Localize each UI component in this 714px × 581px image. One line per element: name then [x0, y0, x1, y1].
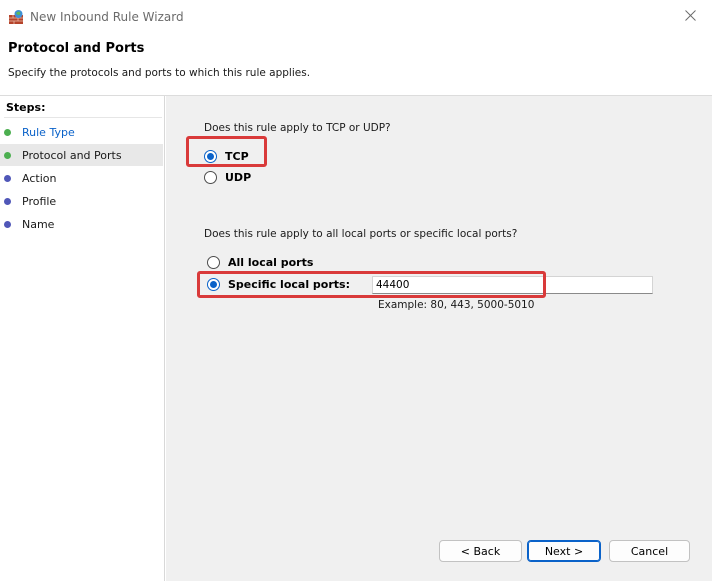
all-ports-option[interactable]: All local ports [207, 256, 313, 269]
step-status-icon [4, 151, 11, 159]
step-rule-type[interactable]: Rule Type [0, 121, 163, 143]
steps-panel: Steps: Rule Type Protocol and Ports Acti… [0, 96, 165, 581]
step-status-icon [4, 220, 11, 228]
steps-heading: Steps: [6, 101, 46, 114]
ports-example-hint: Example: 80, 443, 5000-5010 [378, 299, 535, 311]
step-name[interactable]: Name [0, 213, 163, 235]
step-action[interactable]: Action [0, 167, 163, 189]
step-status-icon [4, 128, 11, 136]
step-label: Protocol and Ports [22, 148, 122, 162]
step-profile[interactable]: Profile [0, 190, 163, 212]
firewall-icon [8, 9, 24, 25]
all-ports-radio[interactable] [207, 256, 220, 269]
step-protocol-and-ports[interactable]: Protocol and Ports [0, 144, 163, 166]
content-panel: Does this rule apply to TCP or UDP? TCP … [166, 96, 712, 581]
specific-ports-highlight-box [197, 271, 546, 298]
tcp-highlight-box [186, 136, 267, 167]
step-label: Action [22, 171, 57, 185]
step-label: Name [22, 217, 55, 231]
udp-option[interactable]: UDP [204, 171, 251, 184]
back-button[interactable]: < Back [439, 540, 522, 562]
ports-question: Does this rule apply to all local ports … [204, 228, 518, 240]
all-ports-label: All local ports [228, 256, 314, 269]
step-label: Profile [22, 194, 57, 208]
next-button[interactable]: Next > [527, 540, 601, 562]
page-subtitle: Specify the protocols and ports to which… [8, 67, 311, 79]
cancel-button[interactable]: Cancel [609, 540, 690, 562]
window-title: New Inbound Rule Wizard [30, 10, 184, 24]
udp-label: UDP [225, 171, 252, 184]
step-status-icon [4, 174, 11, 182]
steps-divider [4, 117, 162, 118]
close-button[interactable] [668, 0, 712, 34]
title-bar: New Inbound Rule Wizard [0, 0, 712, 34]
udp-radio[interactable] [204, 171, 217, 184]
page-title: Protocol and Ports [8, 41, 145, 56]
close-icon [684, 10, 696, 24]
wizard-header: Protocol and Ports Specify the protocols… [0, 34, 712, 96]
protocol-question: Does this rule apply to TCP or UDP? [204, 122, 391, 134]
step-label: Rule Type [22, 125, 75, 139]
wizard-window: New Inbound Rule Wizard Protocol and Por… [0, 0, 712, 581]
step-status-icon [4, 197, 11, 205]
